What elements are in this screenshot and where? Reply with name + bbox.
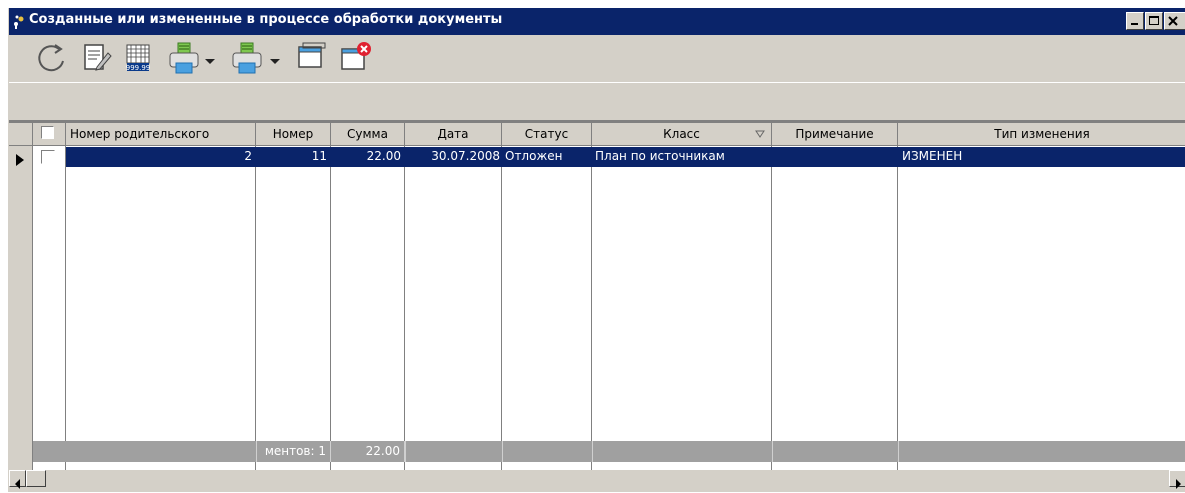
scroll-right-button[interactable]	[1169, 470, 1185, 489]
scroll-thumb[interactable]	[26, 470, 46, 487]
checkbox-column	[33, 123, 66, 470]
column-date	[405, 123, 502, 470]
print-preview-button[interactable]	[227, 39, 267, 77]
column-sum	[331, 123, 405, 470]
title-bar[interactable]: Созданные или измененные в процессе обра…	[9, 8, 1185, 35]
print-preview-dropdown[interactable]	[267, 39, 283, 77]
footer-sum-total: 22.00	[331, 441, 405, 462]
header-note[interactable]: Примечание	[772, 123, 898, 146]
window-title: Созданные или измененные в процессе обра…	[29, 12, 503, 27]
grid-footer	[9, 441, 1185, 462]
cell-date[interactable]: 30.07.2008	[405, 147, 502, 167]
cell-note[interactable]	[772, 147, 898, 167]
print-icon	[164, 39, 204, 77]
header-class-label: Класс	[663, 127, 700, 141]
minimize-button[interactable]	[1126, 12, 1144, 30]
header-date[interactable]: Дата	[405, 123, 502, 146]
column-number	[256, 123, 331, 470]
print-button[interactable]	[164, 39, 204, 77]
footer-count: ментов: 1	[256, 441, 331, 462]
header-status[interactable]: Статус	[502, 123, 592, 146]
cell-status[interactable]: Отложен	[502, 147, 592, 167]
column-status	[502, 123, 592, 470]
calculator-grid-icon: 999.99	[119, 39, 159, 77]
current-row-indicator-icon	[15, 151, 25, 170]
row-checkbox[interactable]	[41, 150, 55, 164]
scroll-left-button[interactable]	[9, 470, 26, 489]
footer-divider	[592, 441, 593, 462]
window-icon	[291, 39, 331, 77]
window-button[interactable]	[291, 39, 331, 77]
header-number[interactable]: Номер	[256, 123, 331, 146]
refresh-button[interactable]	[31, 39, 71, 77]
close-window-icon	[334, 39, 374, 77]
toolbar: 999.99	[9, 35, 1185, 121]
column-class	[592, 123, 772, 470]
print-preview-icon	[227, 39, 267, 77]
refresh-icon	[31, 39, 71, 77]
cell-change-type[interactable]: ИЗМЕНЕН	[898, 147, 1185, 167]
row-indicator-column	[9, 123, 33, 470]
filter-icon[interactable]	[755, 123, 765, 145]
toolbar-separator	[9, 82, 1185, 83]
header-parent-number[interactable]: Номер родительского	[66, 123, 256, 146]
cell-parent-number[interactable]: 2	[66, 147, 256, 167]
footer-divider	[502, 441, 503, 462]
arrow-left-icon	[14, 474, 22, 493]
footer-divider	[898, 441, 899, 462]
header-change-type[interactable]: Тип изменения	[898, 123, 1185, 146]
cell-sum[interactable]: 22.00	[331, 147, 405, 167]
header-sum[interactable]: Сумма	[331, 123, 405, 146]
footer-divider	[772, 441, 773, 462]
column-note	[772, 123, 898, 470]
horizontal-scrollbar[interactable]	[9, 470, 1185, 489]
footer-divider	[405, 441, 406, 462]
cell-class[interactable]: План по источникам	[592, 147, 772, 167]
chevron-down-icon	[202, 39, 218, 77]
close-button[interactable]	[1164, 12, 1185, 30]
chevron-down-icon	[267, 39, 283, 77]
maximize-button[interactable]	[1145, 12, 1163, 30]
calculator-button[interactable]: 999.99	[119, 39, 159, 77]
print-dropdown[interactable]	[202, 39, 218, 77]
documents-grid: Номер родительского Номер Сумма Дата Ста…	[9, 121, 1185, 470]
header-corner	[9, 123, 33, 146]
app-icon	[13, 13, 27, 29]
column-change-type	[898, 123, 1185, 470]
header-class[interactable]: Класс	[592, 123, 772, 146]
footer-indicator	[9, 441, 33, 462]
svg-text:999.99: 999.99	[126, 64, 151, 72]
document-window: Созданные или измененные в процессе обра…	[8, 8, 1185, 492]
cell-number[interactable]: 11	[256, 147, 331, 167]
arrow-right-icon	[1175, 474, 1183, 493]
header-select-all[interactable]	[33, 123, 66, 146]
edit-button[interactable]	[77, 39, 117, 77]
edit-document-icon	[77, 39, 117, 77]
close-window-button[interactable]	[334, 39, 374, 77]
column-parent-number	[66, 123, 256, 470]
select-all-checkbox[interactable]	[41, 126, 54, 139]
